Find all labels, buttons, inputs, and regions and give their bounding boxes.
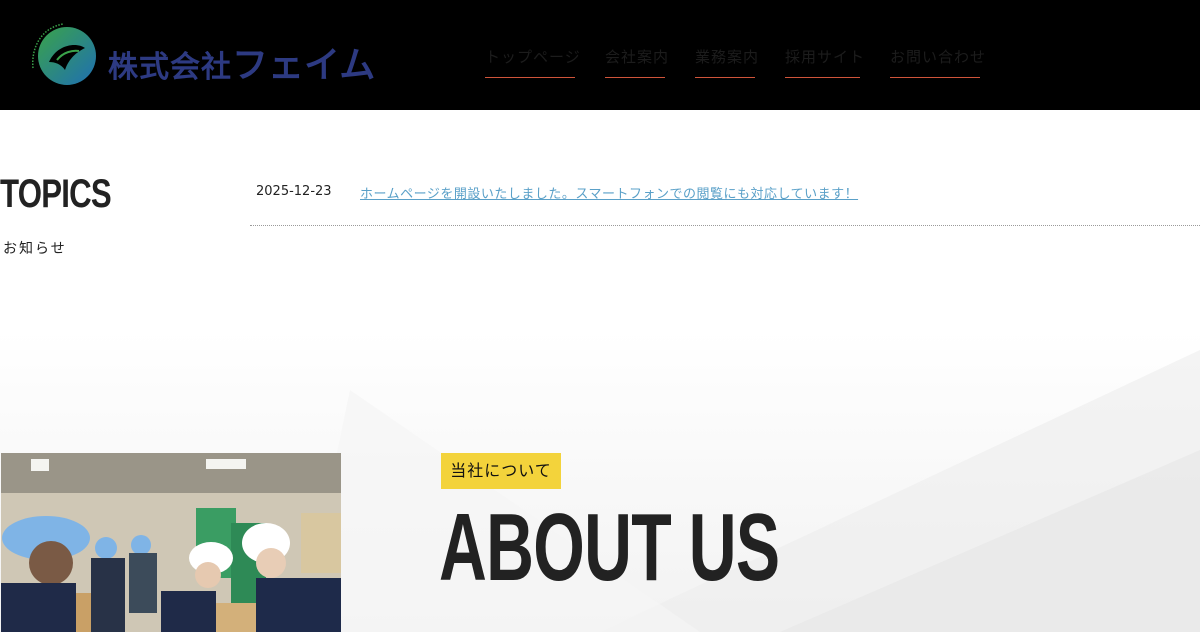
topics-divider bbox=[250, 225, 1200, 226]
topic-date: 2025-12-23 bbox=[256, 184, 332, 199]
nav-item-company[interactable]: 会社案内 bbox=[605, 47, 668, 78]
nav-item-recruit[interactable]: 採用サイト bbox=[785, 47, 864, 78]
topics-subheading: お知らせ bbox=[3, 241, 67, 257]
company-name[interactable]: 株式会社フェイム bbox=[108, 36, 375, 88]
nav-item-top[interactable]: トップページ bbox=[485, 47, 580, 78]
company-name-main: フェイム bbox=[232, 45, 376, 86]
site-header: 株式会社フェイム トップページ 会社案内 業務案内 採用サイト お問い合わせ bbox=[0, 0, 1200, 110]
topic-link[interactable]: ホームページを開設いたしました。スマートフォンでの閲覧にも対応しています！ bbox=[360, 183, 858, 202]
about-workplace-photo bbox=[1, 453, 341, 632]
company-name-prefix: 株式会社 bbox=[108, 50, 232, 85]
about-heading: ABOUT US bbox=[439, 494, 780, 601]
nav-item-business[interactable]: 業務案内 bbox=[695, 47, 758, 78]
company-logo-icon[interactable] bbox=[27, 18, 99, 90]
topics-heading: TOPICS bbox=[0, 172, 112, 216]
nav-item-contact[interactable]: お問い合わせ bbox=[890, 47, 985, 78]
about-badge: 当社について bbox=[441, 453, 561, 489]
